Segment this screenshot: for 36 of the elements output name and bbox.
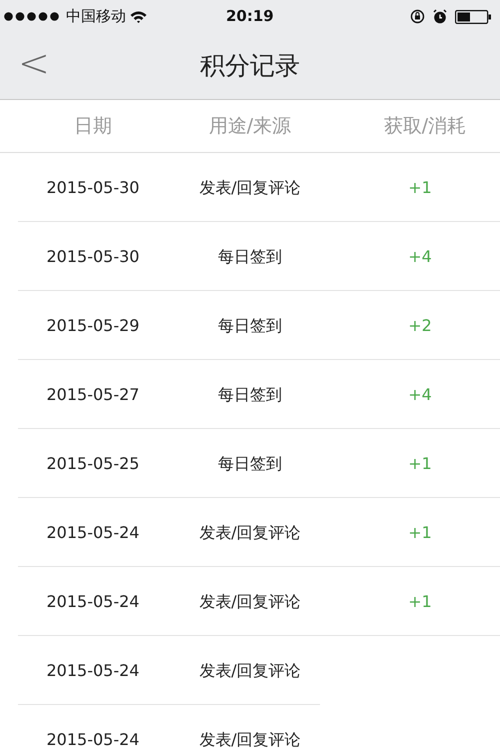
battery-icon: [455, 10, 492, 24]
date-cell-text: 2015-05-25: [46, 452, 140, 474]
points-cell-text: +4: [407, 384, 433, 406]
back-button[interactable]: <: [12, 43, 56, 83]
page-title: 积分记录: [200, 50, 300, 82]
source-cell-text: 每日签到: [217, 452, 283, 474]
rotation-lock-icon: [410, 9, 425, 24]
source-cell-text: 发表/回复评论: [198, 522, 302, 544]
date-cell-text: 2015-05-24: [46, 590, 140, 612]
date-cell-text: 2015-05-24: [46, 660, 140, 682]
column-header: 获取/消耗: [382, 114, 468, 139]
date-cell-text: 2015-05-30: [46, 246, 140, 268]
carrier-name: 中国移动: [66, 6, 126, 28]
source-cell-text: 每日签到: [217, 384, 283, 406]
date-cell-text: 2015-05-29: [46, 314, 140, 336]
date-cell-text: 2015-05-27: [46, 384, 140, 406]
source-cell-text: 每日签到: [217, 246, 283, 268]
wifi-icon: [130, 10, 147, 22]
points-cell-text: +1: [407, 590, 433, 612]
column-header: 日期: [73, 114, 113, 139]
points-cell-text: +1: [407, 522, 433, 544]
source-cell-text: 发表/回复评论: [198, 176, 302, 198]
date-cell-text: 2015-05-24: [46, 728, 140, 750]
column-header: 用途/来源: [208, 114, 292, 139]
date-cell-text: 2015-05-24: [46, 522, 140, 544]
points-cell-text: +2: [407, 314, 433, 336]
status-time: 20:19: [226, 6, 274, 28]
alarm-icon: [433, 9, 447, 24]
points-cell-text: +1: [407, 176, 433, 198]
points-cell-text: +1: [407, 452, 433, 474]
source-cell-text: 每日签到: [217, 314, 283, 336]
date-cell-text: 2015-05-30: [46, 176, 140, 198]
points-cell-text: +4: [407, 246, 433, 268]
source-cell-text: 发表/回复评论: [198, 660, 302, 682]
source-cell-text: 发表/回复评论: [198, 728, 302, 750]
source-cell-text: 发表/回复评论: [198, 590, 302, 612]
